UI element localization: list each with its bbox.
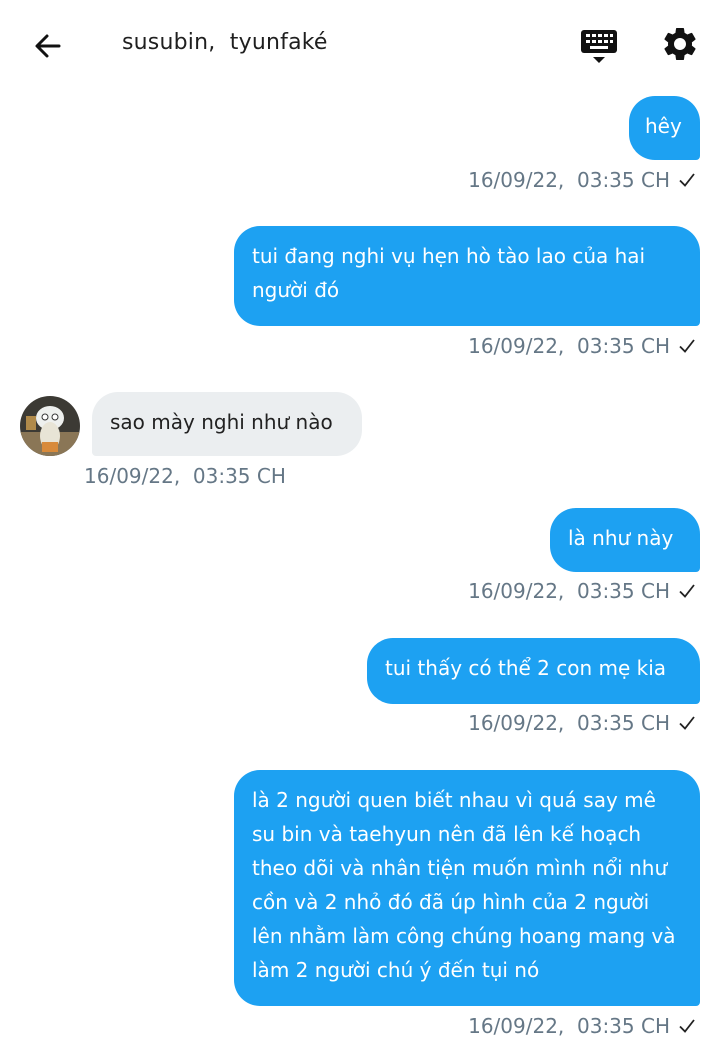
check-icon xyxy=(679,1019,695,1033)
gear-icon xyxy=(664,28,696,60)
message-timestamp: 16/09/22, 03:35 CH xyxy=(468,1014,670,1038)
message-bubble-outgoing[interactable]: tui thấy có thể 2 con mẹ kia xyxy=(367,638,700,704)
message-meta: 16/09/22, 03:35 CH xyxy=(468,711,696,735)
message-timestamp: 16/09/22, 03:35 CH xyxy=(468,711,670,735)
back-button[interactable] xyxy=(28,26,68,66)
message-timestamp: 16/09/22, 03:35 CH xyxy=(84,464,286,488)
keyboard-button[interactable] xyxy=(578,26,620,66)
conversation-header: susubin, tyunfaké xyxy=(0,0,720,90)
message-text: sao mày nghi như nào xyxy=(110,410,333,434)
message-meta: 16/09/22, 03:35 CH xyxy=(468,579,696,603)
message-meta: 16/09/22, 03:35 CH xyxy=(468,1014,696,1038)
conversation-title: susubin, tyunfaké xyxy=(122,30,328,55)
message-bubble-outgoing[interactable]: tui đang nghi vụ hẹn hò tào lao của hai … xyxy=(234,226,700,326)
message-bubble-incoming[interactable]: sao mày nghi như nào xyxy=(92,392,362,456)
avatar-image xyxy=(20,396,80,456)
message-meta: 16/09/22, 03:35 CH xyxy=(468,168,696,192)
message-text: là như này xyxy=(568,526,674,550)
message-text: tui đang nghi vụ hẹn hò tào lao của hai … xyxy=(252,244,646,302)
keyboard-icon xyxy=(581,30,617,63)
message-bubble-outgoing[interactable]: là 2 người quen biết nhau vì quá say mê … xyxy=(234,770,700,1006)
check-icon xyxy=(679,339,695,353)
message-meta: 16/09/22, 03:35 CH xyxy=(84,464,286,488)
message-text: tui thấy có thể 2 con mẹ kia xyxy=(385,656,667,680)
message-timestamp: 16/09/22, 03:35 CH xyxy=(468,168,670,192)
message-text: hêy xyxy=(645,114,682,138)
message-meta: 16/09/22, 03:35 CH xyxy=(468,334,696,358)
settings-button[interactable] xyxy=(660,24,700,64)
check-icon xyxy=(679,584,695,598)
avatar[interactable] xyxy=(20,396,80,456)
check-icon xyxy=(679,716,695,730)
check-icon xyxy=(679,173,695,187)
arrow-left-icon xyxy=(35,34,61,58)
message-timestamp: 16/09/22, 03:35 CH xyxy=(468,334,670,358)
message-timestamp: 16/09/22, 03:35 CH xyxy=(468,579,670,603)
message-bubble-outgoing[interactable]: là như này xyxy=(550,508,700,572)
message-bubble-outgoing[interactable]: hêy xyxy=(629,96,700,160)
message-text: là 2 người quen biết nhau vì quá say mê … xyxy=(252,788,676,982)
